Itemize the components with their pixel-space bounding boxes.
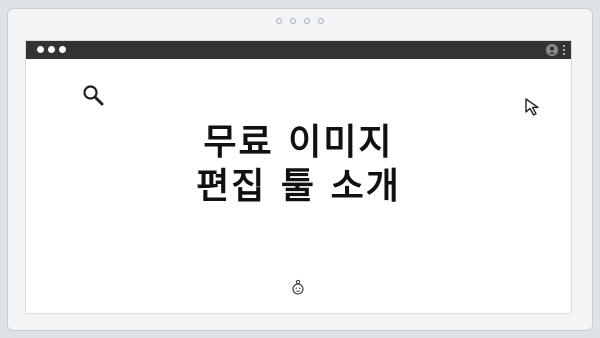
page-headline: 무료 이미지 편집 툴 소개 [26, 121, 571, 209]
baby-face-icon [292, 279, 304, 295]
cursor-arrow-icon [525, 98, 539, 116]
minimize-window-button[interactable] [48, 46, 55, 53]
user-icon[interactable] [546, 44, 558, 56]
headline-line-1: 무료 이미지 [203, 122, 394, 163]
frame-dot [304, 18, 310, 24]
page-content: 무료 이미지 편집 툴 소개 [26, 59, 571, 313]
close-window-button[interactable] [37, 46, 44, 53]
window-controls [37, 46, 66, 53]
frame-dot [276, 18, 282, 24]
kebab-menu-icon[interactable] [562, 44, 566, 56]
maximize-window-button[interactable] [59, 46, 66, 53]
frame-dot [290, 18, 296, 24]
frame-dot [318, 18, 324, 24]
browser-window: 무료 이미지 편집 툴 소개 [25, 40, 572, 314]
browser-titlebar [26, 41, 571, 59]
search-icon [83, 85, 104, 106]
frame-dots [276, 18, 324, 24]
headline-line-2: 편집 툴 소개 [196, 166, 401, 207]
